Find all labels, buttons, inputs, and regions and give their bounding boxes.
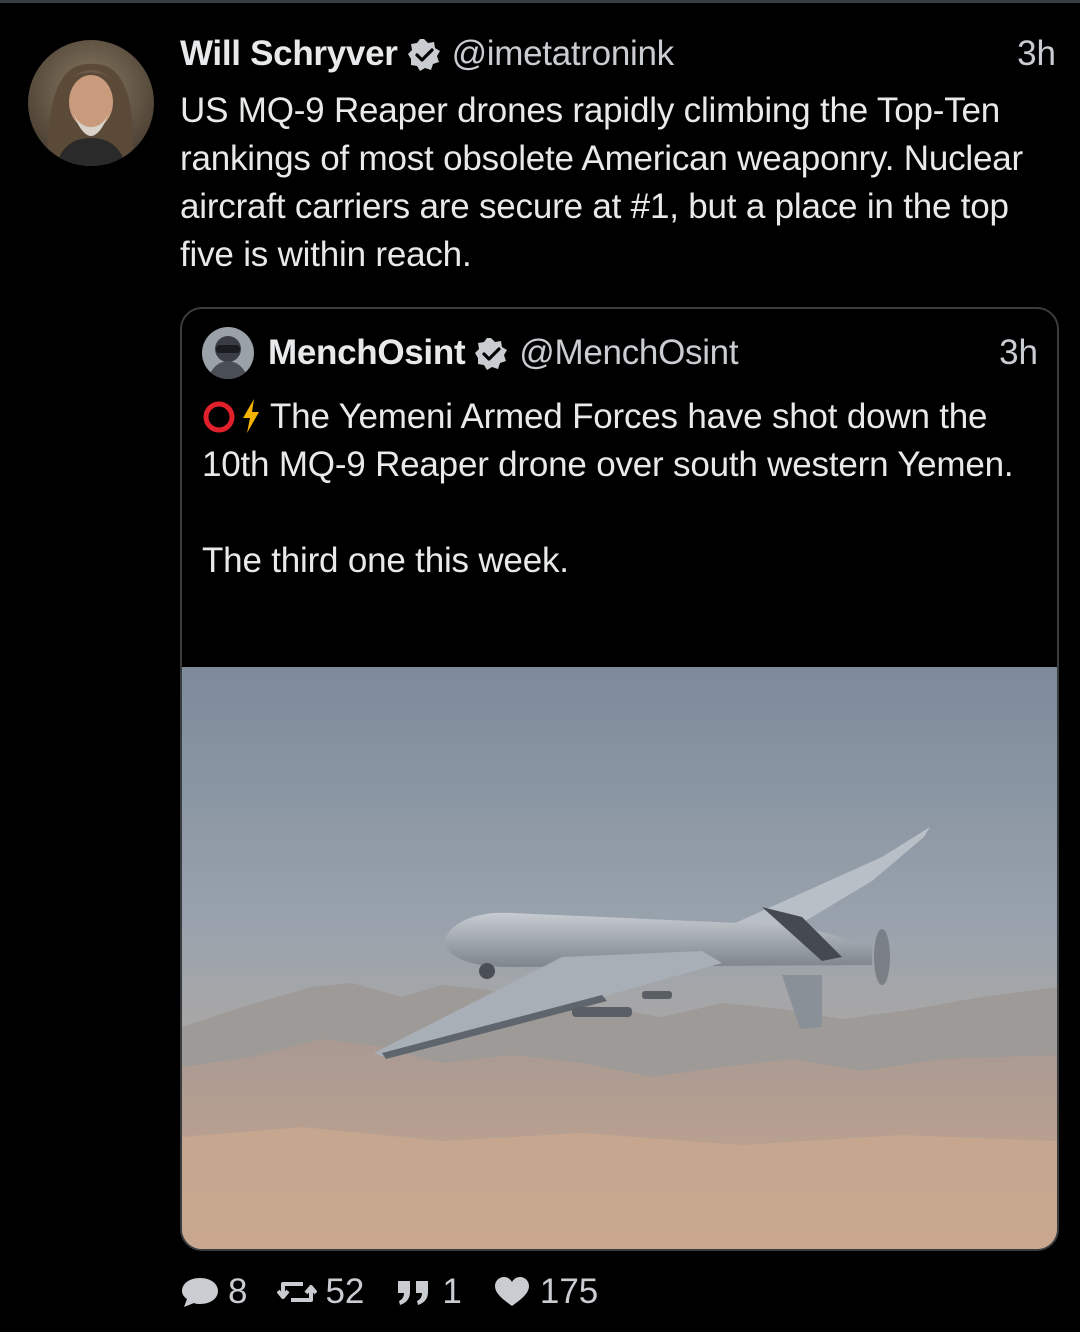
author-name[interactable]: Will Schryver	[180, 34, 398, 74]
author-handle[interactable]: @imetatronink	[452, 34, 675, 74]
like-button[interactable]: 175	[492, 1272, 598, 1312]
like-count: 175	[539, 1272, 599, 1311]
quoted-tweet-header: MenchOsint @MenchOsint 3h	[202, 327, 1038, 379]
red-circle-emoji	[202, 399, 236, 433]
tweet-text: US MQ-9 Reaper drones rapidly climbing t…	[180, 91, 1023, 274]
quoted-tweet-timestamp[interactable]: 3h	[999, 333, 1038, 373]
author-avatar[interactable]	[28, 40, 154, 166]
quoted-tweet-text-line2: The third one this week.	[202, 541, 569, 580]
tweet-timestamp[interactable]: 3h	[1017, 34, 1056, 74]
retweet-icon	[277, 1282, 318, 1302]
tweet-actions: 8 52 1 175	[180, 1270, 628, 1314]
tweet[interactable]: Will Schryver @imetatronink 3h US MQ-9 R…	[180, 28, 1056, 279]
reply-count: 8	[228, 1272, 248, 1311]
tweet-header: Will Schryver @imetatronink 3h	[180, 28, 1056, 80]
reply-button[interactable]: 8	[180, 1272, 247, 1312]
verified-badge-icon	[406, 37, 442, 73]
quote-button[interactable]: 1	[394, 1272, 462, 1312]
quoted-tweet-text-line1: The Yemeni Armed Forces have shot down t…	[202, 397, 1014, 484]
drone-photo[interactable]	[182, 667, 1057, 1249]
quoted-tweet-card[interactable]: MenchOsint @MenchOsint 3h The Yemeni Arm…	[180, 307, 1059, 1251]
top-divider	[0, 0, 1080, 3]
quote-icon	[398, 1281, 429, 1305]
quote-count: 1	[442, 1272, 462, 1311]
quoted-tweet-text: The Yemeni Armed Forces have shot down t…	[202, 393, 1038, 585]
reply-icon	[182, 1278, 218, 1307]
quoted-author-avatar[interactable]	[202, 327, 254, 379]
retweet-button[interactable]: 52	[277, 1272, 364, 1312]
like-icon	[494, 1277, 529, 1306]
retweet-count: 52	[325, 1272, 365, 1311]
quoted-author-name[interactable]: MenchOsint	[268, 333, 466, 373]
verified-badge-icon	[473, 336, 509, 372]
lightning-emoji	[240, 398, 262, 434]
quoted-author-handle[interactable]: @MenchOsint	[519, 333, 738, 373]
